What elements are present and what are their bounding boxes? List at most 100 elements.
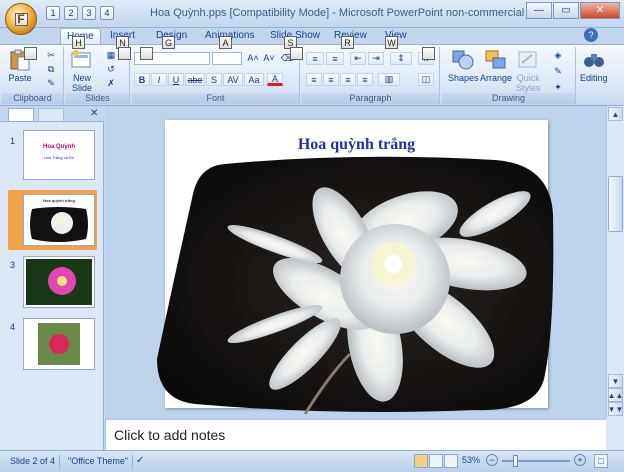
align-right-icon[interactable]: ≡ xyxy=(340,73,356,86)
bold-button[interactable]: B xyxy=(134,73,150,86)
close-button[interactable]: ✕ xyxy=(580,2,620,19)
reset-icon[interactable]: ↺ xyxy=(104,63,118,75)
keytip-home: H xyxy=(72,36,85,49)
pane-tabs: ✕ xyxy=(0,106,104,122)
justify-icon[interactable]: ≡ xyxy=(357,73,373,86)
previous-slide-icon[interactable]: ▲▲ xyxy=(608,388,623,402)
copy-icon[interactable]: ⧉ xyxy=(44,63,58,75)
scroll-up-icon[interactable]: ▲ xyxy=(608,107,623,121)
slide-thumbnail-1[interactable]: Hoa Quỳnh Hoa Trắng và Đỏ xyxy=(23,130,95,180)
group-label: Paragraph xyxy=(302,93,439,104)
shapes-button[interactable]: Shapes xyxy=(448,49,479,83)
normal-view-icon[interactable] xyxy=(414,454,428,468)
slide-flower-image[interactable] xyxy=(155,154,555,414)
group-label: Drawing xyxy=(442,93,575,104)
slide-sorter-icon[interactable] xyxy=(429,454,443,468)
keytip-font xyxy=(140,47,153,60)
numbering-icon[interactable]: ≡ xyxy=(326,52,344,65)
group-label: Font xyxy=(132,93,299,104)
editing-button[interactable]: Editing xyxy=(580,49,608,83)
new-slide-icon xyxy=(71,50,91,68)
strikethrough-button[interactable]: abe xyxy=(185,73,205,86)
shrink-font-icon[interactable]: A˅ xyxy=(262,52,276,64)
thumb-title: Hoa quỳnh trắng xyxy=(43,198,75,203)
scroll-down-icon[interactable]: ▼ xyxy=(608,374,623,388)
zoom-in-icon[interactable]: + xyxy=(574,454,586,466)
format-painter-icon[interactable]: ✎ xyxy=(44,77,58,89)
group-label: Slides xyxy=(66,93,129,104)
qat-undo-button[interactable]: 2 xyxy=(64,6,78,20)
zoom-level[interactable]: 53% xyxy=(462,455,480,465)
slide-thumbnail-3[interactable] xyxy=(23,256,95,308)
arrange-button[interactable]: Arrange xyxy=(480,49,512,83)
decrease-indent-icon[interactable]: ⇤ xyxy=(350,52,366,65)
thumb-red-flower-image xyxy=(38,323,80,365)
shape-effects-icon[interactable]: ✦ xyxy=(550,81,566,93)
notes-pane[interactable]: Click to add notes xyxy=(105,418,606,450)
maximize-button[interactable]: ▭ xyxy=(553,2,579,19)
cut-icon[interactable]: ✂ xyxy=(44,49,58,61)
zoom-out-icon[interactable]: − xyxy=(486,454,498,466)
group-label: Clipboard xyxy=(2,93,63,104)
thumb-title: Hoa Quỳnh xyxy=(42,144,75,150)
thumb-subtitle: Hoa Trắng và Đỏ xyxy=(43,155,75,160)
zoom-slider-thumb[interactable] xyxy=(513,455,518,467)
font-size-combo[interactable] xyxy=(212,52,242,65)
layout-icon[interactable]: ▦ xyxy=(104,49,118,61)
group-font: A˄ A˅ ⌫ B I U abe S AV Aa A Font xyxy=(132,47,300,105)
slide-show-icon[interactable] xyxy=(444,454,458,468)
slide-title[interactable]: Hoa quỳnh trắng xyxy=(165,136,548,154)
shape-fill-icon[interactable]: ◈ xyxy=(550,49,566,61)
thumb-flower-image xyxy=(30,207,88,242)
thumb-number: 3 xyxy=(10,260,16,270)
bullets-icon[interactable]: ≡ xyxy=(306,52,324,65)
quick-styles-button[interactable]: Quick Styles xyxy=(516,49,541,93)
keytip-paste xyxy=(24,47,37,60)
underline-button[interactable]: U xyxy=(168,73,184,86)
shape-outline-icon[interactable]: ✎ xyxy=(550,65,566,77)
line-spacing-icon[interactable]: ⇕ xyxy=(390,52,412,65)
slide-thumbnail-2[interactable]: Hoa quỳnh trắng xyxy=(23,194,95,246)
outline-tab[interactable] xyxy=(38,108,64,121)
ribbon-tab-row: Home Insert Design Animations Slide Show… xyxy=(0,28,624,45)
thumb-number: 4 xyxy=(10,322,16,332)
vertical-scrollbar[interactable]: ▲ ▼ ▲▲ ▼▼ xyxy=(606,106,624,418)
qat-redo-button[interactable]: 3 xyxy=(82,6,96,20)
office-button[interactable]: F xyxy=(5,3,37,35)
group-paragraph: ≡ ≡ ⇤ ⇥ ⇕ ⇅ ≡ ≡ ≡ ≡ ▥ ◫ Paragraph xyxy=(302,47,440,105)
keytip-review: R xyxy=(341,36,354,49)
scroll-thumb[interactable] xyxy=(608,176,623,232)
align-left-icon[interactable]: ≡ xyxy=(306,73,322,86)
arrange-icon xyxy=(485,50,506,69)
spellcheck-icon[interactable]: ✓ xyxy=(136,455,150,468)
italic-button[interactable]: I xyxy=(151,73,167,86)
slides-tab[interactable] xyxy=(8,108,34,121)
keytip-view: W xyxy=(385,36,398,49)
slide-thumbnail-4[interactable] xyxy=(23,318,95,370)
keytip-animations: A xyxy=(219,36,232,49)
align-center-icon[interactable]: ≡ xyxy=(323,73,339,86)
quick-styles-icon xyxy=(518,51,537,68)
change-case-button[interactable]: Aa xyxy=(244,73,264,86)
theme-status[interactable]: "Office Theme" xyxy=(64,455,134,469)
qat-customize-button[interactable]: 4 xyxy=(100,6,114,20)
increase-indent-icon[interactable]: ⇥ xyxy=(368,52,384,65)
notes-scroll-area xyxy=(606,418,624,450)
fit-to-window-icon[interactable]: □ xyxy=(594,454,608,468)
delete-slide-icon[interactable]: ✗ xyxy=(104,77,118,89)
shadow-button[interactable]: S xyxy=(206,73,222,86)
font-color-button[interactable]: A xyxy=(267,73,283,86)
minimize-button[interactable]: — xyxy=(526,2,552,19)
next-slide-icon[interactable]: ▼▼ xyxy=(608,402,623,416)
smartart-icon[interactable]: ◫ xyxy=(418,73,434,86)
qat-save-button[interactable]: 1 xyxy=(46,6,60,20)
grow-font-icon[interactable]: A˄ xyxy=(246,52,260,64)
keytip-paragraph xyxy=(422,47,435,60)
char-spacing-button[interactable]: AV xyxy=(223,73,243,86)
new-slide-button[interactable]: New Slide xyxy=(70,49,94,93)
thumb-number: 1 xyxy=(10,136,16,146)
close-pane-icon[interactable]: ✕ xyxy=(90,108,101,119)
help-icon[interactable]: ? xyxy=(584,28,598,42)
keytip-font-dialog xyxy=(290,47,303,60)
columns-icon[interactable]: ▥ xyxy=(378,73,400,86)
